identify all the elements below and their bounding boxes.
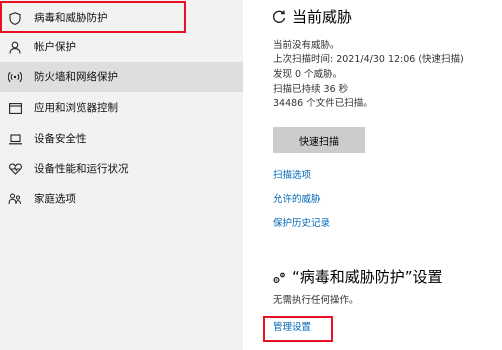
last-scan-text: 上次扫描时间: 2021/4/30 12:06 (快速扫描) (273, 54, 464, 65)
threats-found-text: 发现 0 个威胁。 (273, 69, 343, 80)
sidebar-item-label: 家庭选项 (34, 193, 76, 205)
refresh-shield-icon (271, 9, 287, 25)
person-icon (8, 40, 22, 54)
main-content: 当前威胁 当前没有威胁。 上次扫描时间: 2021/4/30 12:06 (快速… (243, 0, 502, 350)
manage-settings-link[interactable]: 管理设置 (273, 322, 311, 334)
sidebar-item-firewall[interactable]: 防火墙和网络保护 (0, 62, 243, 92)
sidebar-item-device-performance[interactable]: 设备性能和运行状况 (0, 154, 243, 184)
heart-icon (8, 162, 22, 176)
family-icon (8, 192, 22, 206)
current-threats-title: 当前威胁 (292, 8, 353, 26)
sidebar-item-family-options[interactable]: 家庭选项 (0, 184, 243, 214)
laptop-icon (8, 132, 22, 146)
sidebar-item-label: 设备性能和运行状况 (34, 163, 129, 175)
sidebar-item-device-security[interactable]: 设备安全性 (0, 124, 243, 154)
sidebar-item-account-protection[interactable]: 帐户保护 (0, 32, 243, 62)
sidebar-item-label: 病毒和威胁防护 (34, 12, 108, 24)
no-action-needed-text: 无需执行任何操作。 (273, 295, 359, 306)
sidebar-item-label: 设备安全性 (34, 133, 87, 145)
no-threats-text: 当前没有威胁。 (273, 40, 340, 51)
settings-title: “病毒和威胁防护”设置 (292, 268, 443, 286)
sidebar-nav: 病毒和威胁防护 帐户保护 防火墙和网络保护 应用和浏览器控制 设备安全性 设备性… (0, 0, 243, 350)
quick-scan-button[interactable]: 快速扫描 (273, 127, 365, 153)
wifi-icon (8, 70, 22, 84)
scan-options-link[interactable]: 扫描选项 (273, 170, 311, 182)
sidebar-item-label: 应用和浏览器控制 (34, 102, 118, 114)
shield-icon (8, 11, 22, 25)
gear-icon (271, 270, 287, 286)
sidebar-item-label: 防火墙和网络保护 (34, 71, 118, 83)
app-window-icon (8, 101, 22, 115)
sidebar-item-virus-protection[interactable]: 病毒和威胁防护 (0, 3, 243, 33)
sidebar-item-app-browser-control[interactable]: 应用和浏览器控制 (0, 93, 243, 123)
files-scanned-text: 34486 个文件已扫描。 (273, 98, 373, 109)
sidebar-item-label: 帐户保护 (34, 41, 76, 53)
scan-duration-text: 扫描已持续 36 秒 (273, 84, 349, 95)
allowed-threats-link[interactable]: 允许的威胁 (273, 194, 321, 206)
protection-history-link[interactable]: 保护历史记录 (273, 218, 330, 230)
